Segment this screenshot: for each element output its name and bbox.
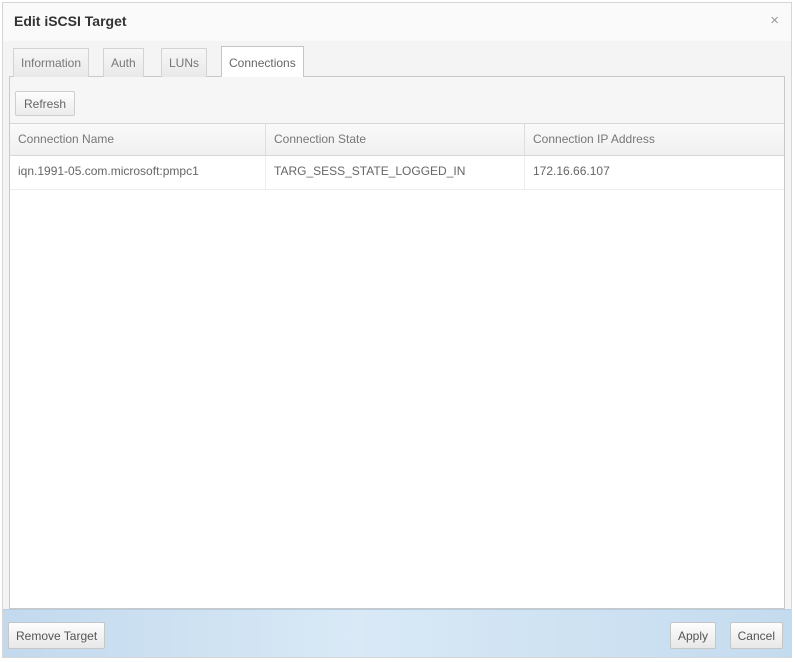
connections-panel: Refresh Connection Name Connection State… xyxy=(9,77,785,609)
cell-connection-name: iqn.1991-05.com.microsoft:pmpc1 xyxy=(10,156,266,189)
table-body: iqn.1991-05.com.microsoft:pmpc1 TARG_SES… xyxy=(10,156,784,608)
cell-connection-ip: 172.16.66.107 xyxy=(533,164,610,178)
edit-iscsi-target-dialog: Edit iSCSI Target × Information Auth LUN… xyxy=(2,2,792,658)
dialog-titlebar: Edit iSCSI Target × xyxy=(3,3,791,41)
cancel-button[interactable]: Cancel xyxy=(729,622,783,649)
remove-target-button[interactable]: Remove Target xyxy=(8,622,106,649)
tab-information[interactable]: Information xyxy=(13,48,90,77)
dialog-title: Edit iSCSI Target xyxy=(14,13,127,29)
panel-toolbar: Refresh xyxy=(10,77,784,123)
tab-auth[interactable]: Auth xyxy=(103,48,144,77)
tab-connections[interactable]: Connections xyxy=(221,46,304,78)
close-icon[interactable]: × xyxy=(770,11,779,31)
column-header-connection-name[interactable]: Connection Name xyxy=(10,124,266,155)
tab-strip: Information Auth LUNs Connections xyxy=(9,43,785,78)
refresh-button[interactable]: Refresh xyxy=(15,91,76,116)
tab-luns[interactable]: LUNs xyxy=(161,48,208,77)
table-header: Connection Name Connection State Connect… xyxy=(10,123,784,156)
column-header-connection-state[interactable]: Connection State xyxy=(266,124,525,155)
table-row[interactable]: iqn.1991-05.com.microsoft:pmpc1 TARG_SES… xyxy=(10,156,784,190)
dialog-footer: Remove Target Apply Cancel xyxy=(3,609,791,657)
cell-connection-state: TARG_SESS_STATE_LOGGED_IN xyxy=(266,156,525,189)
apply-button[interactable]: Apply xyxy=(669,622,716,649)
column-header-connection-ip[interactable]: Connection IP Address xyxy=(525,124,784,155)
